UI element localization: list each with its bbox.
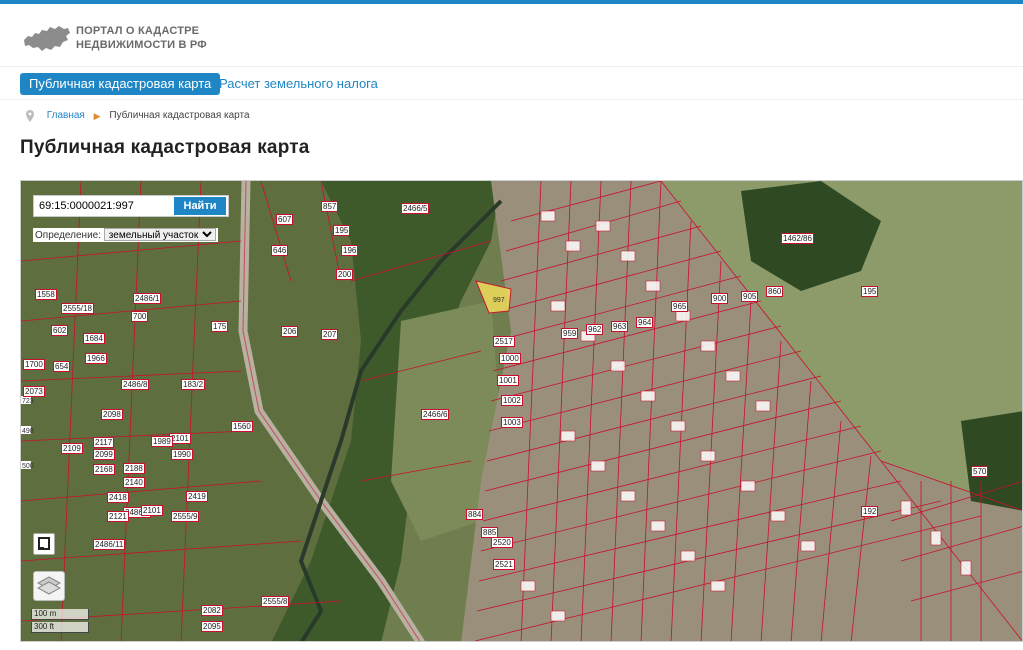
plot-number-label[interactable]: 2140	[123, 477, 145, 488]
breadcrumb-current: Публичная кадастровая карта	[109, 110, 250, 121]
plot-number-label[interactable]: 2168	[93, 464, 115, 475]
logo-line-1: ПОРТАЛ О КАДАСТРЕ	[76, 25, 200, 37]
plot-number-label[interactable]: 1002	[501, 395, 523, 406]
plot-number-label[interactable]: 2098	[101, 409, 123, 420]
map-scale: 100 m 300 ft	[31, 607, 111, 637]
plot-number-label[interactable]: 2466/6	[421, 409, 450, 420]
cadastral-number-input[interactable]	[36, 198, 170, 214]
select-area-icon	[38, 537, 50, 550]
plot-number-label[interactable]: 207	[321, 329, 339, 340]
svg-text:723: 723	[22, 398, 34, 405]
plot-number-label[interactable]: 1966	[85, 353, 107, 364]
plot-number-label[interactable]: 1700	[23, 359, 45, 370]
plot-number-label[interactable]: 2095	[201, 621, 223, 632]
plot-number-label[interactable]: 607	[276, 214, 294, 225]
plot-number-label[interactable]: 602	[51, 325, 69, 336]
plot-number-label[interactable]: 570	[971, 466, 989, 477]
breadcrumb: Главная ▶ Публичная кадастровая карта	[26, 108, 250, 124]
plot-number-label[interactable]: 965	[671, 301, 689, 312]
plot-number-label[interactable]: 905	[741, 291, 759, 302]
plot-number-label[interactable]: 2073	[23, 386, 45, 397]
plot-number-label[interactable]: 196	[341, 245, 359, 256]
plot-number-label[interactable]: 2418	[107, 492, 129, 503]
plot-number-label[interactable]: 195	[861, 286, 879, 297]
scale-metric: 100 m	[31, 609, 89, 620]
plot-number-label[interactable]: 2121	[107, 511, 129, 522]
plot-number-label[interactable]: 964	[636, 317, 654, 328]
definition-selector: Определение: земельный участок	[33, 228, 218, 242]
svg-text:500: 500	[22, 463, 34, 470]
select-area-button[interactable]	[33, 533, 55, 555]
plot-number-label[interactable]: 700	[131, 311, 149, 322]
plot-number-label[interactable]: 2486/11	[93, 539, 126, 550]
plot-number-label[interactable]: 2109	[61, 443, 83, 454]
plot-number-label[interactable]: 1001	[497, 375, 519, 386]
plot-number-label[interactable]: 1989	[151, 436, 173, 447]
plot-number-label[interactable]: 2117	[93, 437, 115, 448]
logo-line-2: НЕДВИЖИМОСТИ В РФ	[76, 39, 207, 51]
main-nav: Публичная кадастровая карта Расчет земел…	[0, 66, 1023, 100]
plot-number-label[interactable]: 2520	[491, 537, 513, 548]
plot-number-label[interactable]: 2082	[201, 605, 223, 616]
plot-number-label[interactable]: 195	[333, 225, 351, 236]
find-button[interactable]: Найти	[174, 197, 226, 215]
page-title: Публичная кадастровая карта	[20, 137, 310, 158]
definition-select[interactable]: земельный участок	[103, 228, 216, 241]
plot-number-label[interactable]: 2486/8	[121, 379, 150, 390]
logo-text[interactable]: ПОРТАЛ О КАДАСТРЕ НЕДВИЖИМОСТИ В РФ	[76, 24, 207, 52]
plot-number-label[interactable]: 2517	[493, 336, 515, 347]
tab-land-tax[interactable]: Расчет земельного налога	[210, 73, 387, 95]
plot-number-label[interactable]: 646	[271, 245, 289, 256]
plot-number-label[interactable]: 1003	[501, 417, 523, 428]
layers-icon	[36, 576, 62, 595]
plot-number-label[interactable]: 860	[766, 286, 784, 297]
plot-number-label[interactable]: 192	[861, 506, 879, 517]
plot-number-label[interactable]: 884	[466, 509, 484, 520]
plot-number-label[interactable]: 206	[281, 326, 299, 337]
plot-number-label[interactable]: 2419	[186, 491, 208, 502]
plot-number-label[interactable]: 1990	[171, 449, 193, 460]
plot-number-label[interactable]: 183/2	[181, 379, 206, 390]
plot-number-label[interactable]: 2101	[141, 505, 163, 516]
breadcrumb-home-link[interactable]: Главная	[47, 110, 85, 121]
plot-number-label[interactable]: 1560	[231, 421, 253, 432]
plot-number-label[interactable]: 2555/8	[261, 596, 290, 607]
plot-number-label[interactable]: 2555/9	[171, 511, 200, 522]
plot-number-label[interactable]: 962	[586, 324, 604, 335]
plot-number-label[interactable]: 1558	[35, 289, 57, 300]
plot-number-label[interactable]: 2466/5	[401, 203, 430, 214]
svg-text:498: 498	[22, 428, 34, 435]
tab-cadastral-map[interactable]: Публичная кадастровая карта	[20, 73, 221, 95]
plot-number-label[interactable]: 2521	[493, 559, 515, 570]
definition-label: Определение:	[35, 230, 102, 241]
layers-button[interactable]	[33, 571, 65, 601]
plot-number-label[interactable]: 2555/18	[61, 303, 94, 314]
plot-number-label[interactable]: 654	[53, 361, 71, 372]
plot-number-label[interactable]: 963	[611, 321, 629, 332]
location-pin-icon	[26, 110, 34, 122]
plot-number-label[interactable]: 2099	[93, 449, 115, 460]
plot-number-label[interactable]: 2486/1	[133, 293, 162, 304]
breadcrumb-arrow-icon: ▶	[93, 111, 101, 121]
top-accent-line	[0, 0, 1023, 4]
scale-imperial: 300 ft	[31, 622, 89, 633]
satellite-map-background: 997 723 498 500	[21, 181, 1022, 641]
cadastral-search-box: Найти	[33, 195, 229, 217]
plot-number-label[interactable]: 900	[711, 293, 729, 304]
plot-number-label[interactable]: 200	[336, 269, 354, 280]
cadastral-map[interactable]: 997 723 498 500 1932466/5607195196646200…	[20, 180, 1023, 642]
svg-text:997: 997	[493, 297, 505, 304]
plot-number-label[interactable]: 1684	[83, 333, 105, 344]
plot-number-label[interactable]: 175	[211, 321, 229, 332]
plot-number-label[interactable]: 1462/86	[781, 233, 814, 244]
plot-number-label[interactable]: 2188	[123, 463, 145, 474]
plot-number-label[interactable]: 857	[321, 201, 339, 212]
plot-number-label[interactable]: 959	[561, 328, 579, 339]
plot-number-label[interactable]: 1000	[499, 353, 521, 364]
site-header: ПОРТАЛ О КАДАСТРЕ НЕДВИЖИМОСТИ В РФ	[22, 18, 1002, 64]
russia-map-logo-icon[interactable]	[22, 22, 72, 54]
